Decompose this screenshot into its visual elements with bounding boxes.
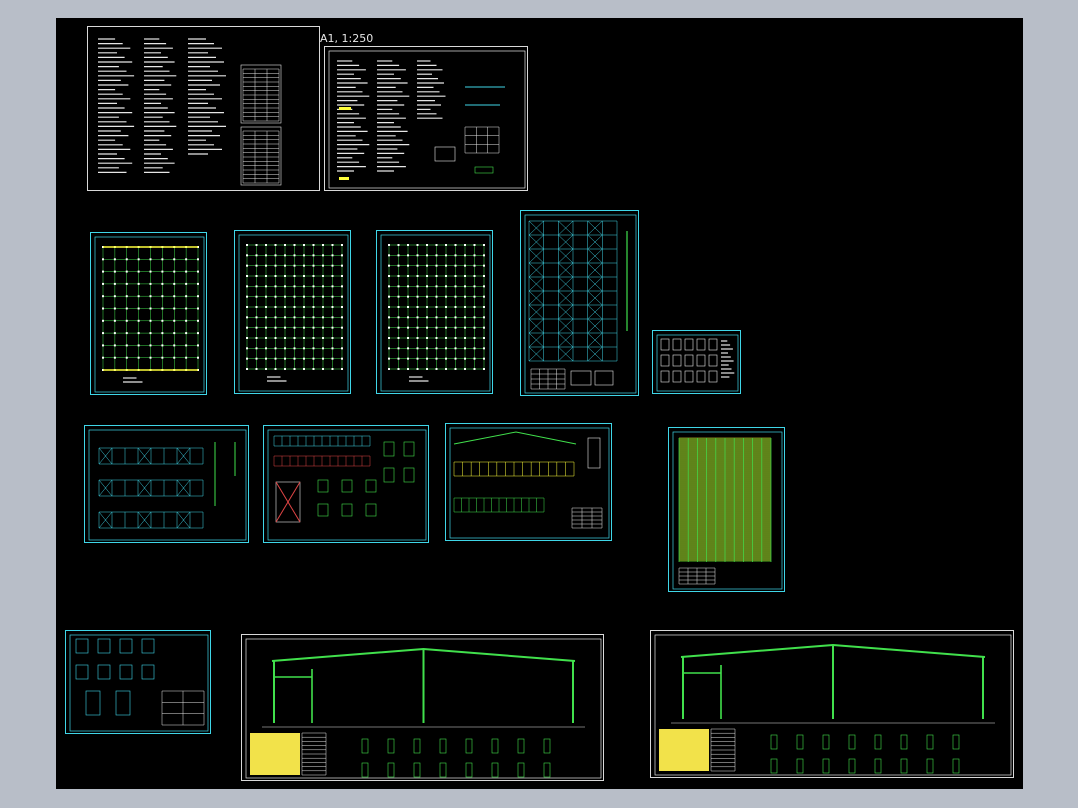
general-notes-drawing [98, 38, 282, 186]
wall-bracing-details-drawing [267, 429, 427, 541]
cad-model-space[interactable]: A1, 1:250 [56, 18, 1023, 789]
portal-frame-gj2-drawing [654, 634, 1012, 776]
design-description-drawing [328, 50, 526, 189]
purlin-layout-drawing [672, 431, 783, 590]
node-details-drawing [656, 334, 739, 392]
anchor-bolt-plan-drawing [238, 234, 349, 392]
sheet-design-description[interactable] [324, 46, 528, 191]
foundation-plan-drawing [94, 236, 205, 393]
scale-label: A1, 1:250 [320, 32, 374, 45]
sheet-purlin-layout[interactable] [668, 427, 785, 592]
sheet-portal-frame-gj1[interactable] [241, 634, 604, 781]
sheet-foundation-plan[interactable] [90, 232, 207, 395]
connection-details-drawing [69, 634, 209, 732]
sheet-connection-details[interactable] [65, 630, 211, 734]
sheet-column-layout-plan[interactable] [376, 230, 493, 394]
sheet-node-details-small[interactable] [652, 330, 741, 394]
sheet-general-notes[interactable] [87, 26, 320, 191]
sheet-portal-frame-gj2[interactable] [650, 630, 1014, 778]
gable-elevation-drawing [449, 427, 610, 539]
sheet-roof-bracing-plan[interactable] [520, 210, 639, 396]
sheet-anchor-bolt-plan[interactable] [234, 230, 351, 394]
roof-bracing-plan-drawing [524, 214, 637, 394]
column-elevation-drawing [88, 429, 247, 541]
portal-frame-gj1-drawing [245, 638, 602, 779]
sheet-column-elevation[interactable] [84, 425, 249, 543]
sheet-wall-bracing-details[interactable] [263, 425, 429, 543]
sheet-gable-elevation[interactable] [445, 423, 612, 541]
column-layout-plan-drawing [380, 234, 491, 392]
